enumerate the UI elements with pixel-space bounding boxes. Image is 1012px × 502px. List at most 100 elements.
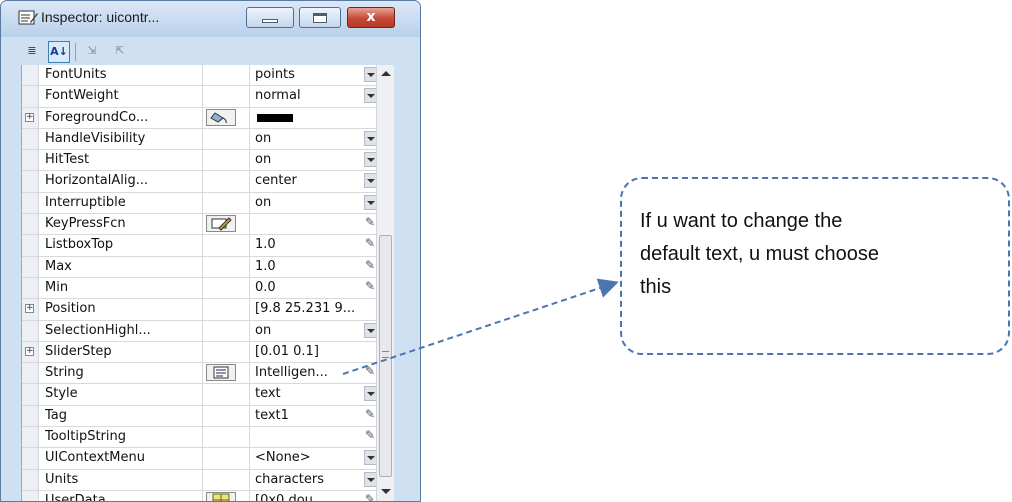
color-swatch — [257, 113, 293, 122]
property-value[interactable]: text — [255, 386, 355, 401]
edit-pencil-icon[interactable]: ✎ — [365, 428, 375, 442]
close-button[interactable]: x — [347, 7, 395, 28]
minimize-button[interactable] — [246, 7, 294, 28]
row-gutter — [22, 192, 39, 214]
property-row[interactable]: String Intelligen... ✎ — [22, 363, 410, 385]
edit-pencil-icon[interactable]: ✎ — [365, 364, 375, 378]
property-row[interactable]: + SliderStep [0.01 0.1] — [22, 341, 410, 364]
column-divider — [249, 65, 250, 86]
sort-alpha-icon: A↓ — [50, 45, 68, 58]
expand-plus-icon[interactable]: + — [25, 112, 34, 122]
property-row[interactable]: Tag text1 ✎ — [22, 405, 410, 428]
edit-pencil-icon[interactable]: ✎ — [365, 279, 375, 293]
edit-pencil-icon[interactable]: ✎ — [365, 236, 375, 250]
property-grid: FontUnits points FontWeight normal + Foregrou… — [21, 65, 410, 501]
property-row[interactable]: HandleVisibility on — [22, 128, 410, 151]
property-value[interactable]: Intelligen... — [255, 365, 355, 380]
table-grid-icon — [212, 493, 230, 501]
toolbar-separator — [75, 43, 76, 61]
row-gutter — [22, 427, 39, 448]
column-divider — [202, 448, 203, 469]
property-row[interactable]: KeyPressFcn ✎ — [22, 214, 410, 236]
scroll-down-icon[interactable] — [381, 489, 391, 494]
vertical-scrollbar[interactable] — [376, 65, 395, 501]
row-gutter — [22, 235, 39, 256]
edit-pencil-icon[interactable]: ✎ — [365, 492, 375, 501]
property-value[interactable]: [0.01 0.1] — [255, 344, 355, 359]
maximize-button[interactable] — [299, 7, 341, 28]
property-row[interactable]: HitTest on — [22, 150, 410, 172]
column-divider — [202, 320, 203, 341]
property-value[interactable]: characters — [255, 472, 355, 487]
property-row[interactable]: HorizontalAlig... center — [22, 171, 410, 193]
edit-pencil-icon[interactable]: ✎ — [365, 258, 375, 272]
property-value[interactable]: <None> — [255, 450, 355, 465]
window-title: Inspector: uicontr... — [41, 9, 160, 25]
property-row[interactable]: + ForegroundCo... — [22, 107, 410, 129]
row-gutter — [22, 405, 39, 427]
property-row[interactable]: FontWeight normal — [22, 86, 410, 108]
property-value[interactable]: on — [255, 323, 355, 338]
scroll-up-icon[interactable] — [381, 71, 391, 76]
expand-plus-icon[interactable]: + — [25, 304, 34, 314]
thumb-grip-icon — [382, 351, 389, 358]
column-divider — [249, 299, 250, 320]
property-row[interactable]: UserData [0x0 dou... ✎ — [22, 490, 410, 501]
alphabetical-sort-button[interactable]: A↓ — [48, 41, 70, 63]
property-value[interactable]: [0x0 dou... — [255, 493, 355, 501]
column-divider — [249, 448, 250, 469]
scroll-thumb[interactable] — [379, 235, 392, 477]
property-value[interactable]: on — [255, 195, 355, 210]
column-divider — [202, 65, 203, 86]
property-value[interactable]: center — [255, 173, 355, 188]
column-divider — [249, 405, 250, 427]
property-value[interactable]: points — [255, 67, 355, 82]
property-row[interactable]: Max 1.0 ✎ — [22, 256, 410, 278]
property-row[interactable]: Min 0.0 ✎ — [22, 277, 410, 300]
property-row[interactable]: FontUnits points — [22, 65, 410, 87]
property-row[interactable]: UIContextMenu <None> — [22, 448, 410, 470]
edit-pencil-icon[interactable]: ✎ — [365, 407, 375, 421]
property-row[interactable]: TooltipString ✎ — [22, 427, 410, 449]
property-value[interactable]: 1.0 — [255, 259, 355, 274]
property-value[interactable]: on — [255, 152, 355, 167]
color-picker-button[interactable] — [206, 108, 236, 126]
row-gutter — [22, 448, 39, 469]
categorized-view-button[interactable]: ≣ — [21, 41, 43, 63]
column-divider — [249, 256, 250, 277]
row-gutter — [22, 277, 39, 299]
property-name: ForegroundCo... — [45, 109, 149, 125]
string-editor-button[interactable] — [206, 364, 236, 382]
property-row[interactable]: ListboxTop 1.0 ✎ — [22, 235, 410, 257]
property-value[interactable]: 0.0 — [255, 280, 355, 295]
property-row[interactable]: + Position [9.8 25.231 9... — [22, 299, 410, 321]
property-row[interactable]: SelectionHighl... on — [22, 320, 410, 342]
property-value[interactable]: [9.8 25.231 9... — [255, 301, 355, 316]
edit-pencil-icon[interactable]: ✎ — [365, 215, 375, 229]
property-name: SliderStep — [45, 343, 112, 359]
column-divider — [249, 171, 250, 192]
property-name: String — [45, 365, 84, 381]
expand-plus-icon[interactable]: + — [25, 346, 34, 356]
row-gutter — [22, 86, 39, 107]
column-divider — [249, 469, 250, 490]
inspector-window: Inspector: uicontr... x ≣ A↓ ⇲ ⇱ FontUni… — [0, 0, 421, 502]
column-divider — [249, 86, 250, 107]
property-row[interactable]: Interruptible on — [22, 192, 410, 215]
collapse-all-button[interactable]: ⇱ — [109, 41, 131, 63]
column-divider — [202, 171, 203, 192]
row-gutter — [22, 171, 39, 192]
column-divider — [202, 490, 203, 501]
title-bar[interactable]: Inspector: uicontr... x — [1, 1, 420, 37]
property-value[interactable]: 1.0 — [255, 237, 355, 252]
property-row[interactable]: Units characters — [22, 469, 410, 491]
callback-editor-button[interactable] — [206, 215, 236, 233]
property-value[interactable]: normal — [255, 88, 355, 103]
expand-all-button[interactable]: ⇲ — [81, 41, 103, 63]
table-editor-button[interactable] — [206, 491, 236, 501]
property-value[interactable]: text1 — [255, 408, 355, 423]
row-gutter — [22, 150, 39, 171]
property-name: Interruptible — [45, 194, 126, 210]
property-value[interactable]: on — [255, 131, 355, 146]
property-row[interactable]: Style text — [22, 384, 410, 406]
